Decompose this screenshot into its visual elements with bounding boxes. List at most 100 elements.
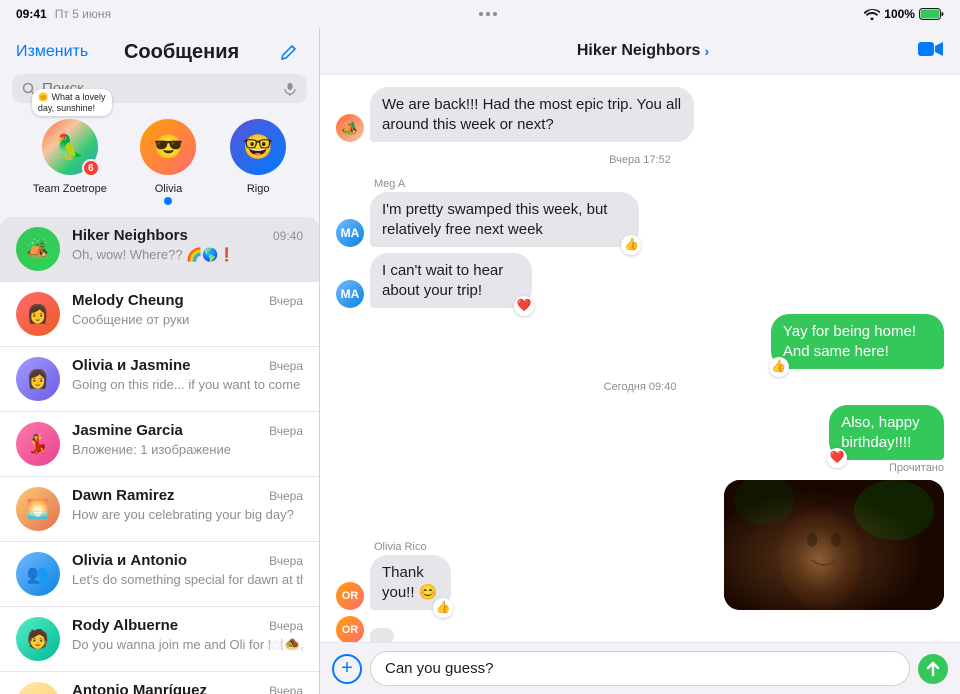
- conversation-olivia-antonio[interactable]: 👥 Olivia и Antonio Вчера Let's do someth…: [0, 542, 319, 607]
- message-avatar-ma: MA: [336, 219, 364, 247]
- bubble-wrapper-1: We are back!!! Had the most epic trip. Y…: [370, 87, 869, 142]
- conv-preview-hiker: Oh, wow! Where?? 🌈🌎❗️: [72, 247, 235, 262]
- pinned-contacts: 🦜 6 🌞 What a lovelyday, sunshine! Team Z…: [0, 113, 319, 217]
- conv-avatar-antonio: 👨: [16, 682, 60, 694]
- speech-bubble: 🌞 What a lovelyday, sunshine!: [32, 89, 112, 116]
- chat-title-text: Hiker Neighbors: [577, 42, 701, 60]
- message-input[interactable]: [370, 651, 910, 686]
- conversation-melody[interactable]: 👩 Melody Cheung Вчера Сообщение от руки: [0, 282, 319, 347]
- conversation-rody[interactable]: 🧑 Rody Albuerne Вчера Do you wanna join …: [0, 607, 319, 672]
- reaction-thumbs-4: 👍: [769, 357, 789, 377]
- conv-avatar-jasmine: 💃: [16, 422, 60, 466]
- conv-avatar-rody: 🧑: [16, 617, 60, 661]
- message-row-4: Yay for being home! And same here! 👍: [336, 314, 944, 369]
- bubble-outgoing-5: Also, happy birthday!!!! ❤️: [829, 405, 944, 460]
- send-icon: [925, 661, 941, 677]
- video-call-button[interactable]: [918, 38, 944, 64]
- conv-content-melody: Melody Cheung Вчера Сообщение от руки: [72, 292, 303, 329]
- conv-preview-olivia-jasmine: Going on this ride... if you want to com…: [72, 377, 303, 392]
- app-container: Изменить Сообщения: [0, 28, 960, 694]
- video-icon: [918, 40, 944, 58]
- reaction-thumbs-2: 👍: [621, 235, 641, 255]
- battery-display: 100%: [884, 7, 915, 21]
- conv-avatar-dawn: 🌅: [16, 487, 60, 531]
- pinned-contact-team-zoetrope[interactable]: 🦜 6 🌞 What a lovelyday, sunshine! Team Z…: [33, 119, 107, 205]
- conv-name-antonio: Antonio Manríquez: [72, 682, 207, 694]
- conv-time-hiker: 09:40: [273, 229, 303, 243]
- reaction-heart-5: ❤️: [827, 448, 847, 468]
- sidebar-title: Сообщения: [124, 41, 239, 64]
- bubble-incoming-3: I can't wait to hear about your trip! ❤️: [370, 253, 532, 308]
- conversation-jasmine[interactable]: 💃 Jasmine Garcia Вчера Вложение: 1 изобр…: [0, 412, 319, 477]
- wifi-icon: [864, 8, 880, 20]
- bubble-incoming-6: Thank you!! 😊 👍: [370, 555, 451, 610]
- image-placeholder: [724, 480, 944, 610]
- message-row-group: OR Olivia Rico Thank you!! 😊 👍: [336, 480, 944, 610]
- pinned-contact-olivia[interactable]: 😎 Olivia: [140, 119, 196, 205]
- sidebar: Изменить Сообщения: [0, 28, 320, 694]
- pinned-contact-name-olivia: Olivia: [155, 183, 183, 195]
- conversation-list: 🏕️ Hiker Neighbors 09:40 Oh, wow! Where?…: [0, 217, 319, 694]
- bubble-wrapper-5: Also, happy birthday!!!! ❤️ Прочитано: [767, 405, 944, 474]
- bubble-outgoing-4: Yay for being home! And same here! 👍: [771, 314, 944, 369]
- add-icon: +: [341, 657, 353, 680]
- bubble-wrapper-3: I can't wait to hear about your trip! ❤️: [370, 253, 619, 308]
- bubble-incoming-8: [370, 628, 394, 642]
- conv-content-hiker: Hiker Neighbors 09:40 Oh, wow! Where?? 🌈…: [72, 227, 303, 264]
- conv-content-olivia-jasmine: Olivia и Jasmine Вчера Going on this rid…: [72, 357, 303, 394]
- conv-content-olivia-antonio: Olivia и Antonio Вчера Let's do somethin…: [72, 552, 303, 589]
- timestamp-2: Сегодня 09:40: [336, 381, 944, 393]
- conv-time-olivia-jasmine: Вчера: [269, 359, 303, 373]
- conv-avatar-melody: 👩: [16, 292, 60, 336]
- conv-preview-melody: Сообщение от руки: [72, 312, 189, 327]
- date-display: Пт 5 июня: [55, 7, 111, 21]
- message-avatar-hiker: 🏕️: [336, 114, 364, 142]
- conv-name-dawn: Dawn Ramirez: [72, 487, 175, 504]
- status-bar-left: 09:41 Пт 5 июня: [16, 7, 111, 21]
- conv-preview-jasmine: Вложение: 1 изображение: [72, 442, 231, 457]
- chat-messages: 🏕️ We are back!!! Had the most epic trip…: [320, 75, 960, 642]
- chat-title[interactable]: Hiker Neighbors ›: [577, 42, 709, 60]
- image-bubble: [724, 480, 944, 610]
- unread-indicator-olivia: [164, 197, 172, 205]
- conversation-olivia-jasmine[interactable]: 👩 Olivia и Jasmine Вчера Going on this r…: [0, 347, 319, 412]
- message-row-3: MA I can't wait to hear about your trip!…: [336, 253, 944, 308]
- conv-time-olivia-antonio: Вчера: [269, 554, 303, 568]
- read-receipt: Прочитано: [889, 462, 944, 474]
- timestamp-1: Вчера 17:52: [336, 154, 944, 166]
- avatar-rigo: 🤓: [230, 119, 286, 175]
- image-content: [724, 480, 944, 610]
- conv-name-jasmine: Jasmine Garcia: [72, 422, 183, 439]
- bubble-incoming-2: I'm pretty swamped this week, but relati…: [370, 192, 639, 247]
- chat-header: Hiker Neighbors ›: [320, 28, 960, 75]
- conv-name-olivia-antonio: Olivia и Antonio: [72, 552, 187, 569]
- message-row: 🏕️ We are back!!! Had the most epic trip…: [336, 87, 944, 142]
- conv-time-antonio: Вчера: [269, 684, 303, 694]
- bubble-sender-6: Olivia Rico: [370, 541, 495, 553]
- status-bar-right: 100%: [864, 7, 944, 21]
- add-button[interactable]: +: [332, 654, 362, 684]
- conv-time-jasmine: Вчера: [269, 424, 303, 438]
- bubble-wrapper-8: [370, 626, 394, 642]
- conversation-antonio[interactable]: 👨 Antonio Manríquez Вчера: [0, 672, 319, 694]
- edit-button[interactable]: Изменить: [16, 43, 88, 61]
- send-button[interactable]: [918, 654, 948, 684]
- conv-avatar-olivia-antonio: 👥: [16, 552, 60, 596]
- conversation-hiker-neighbors[interactable]: 🏕️ Hiker Neighbors 09:40 Oh, wow! Where?…: [0, 217, 319, 282]
- message-avatar-olivia: OR: [336, 582, 364, 610]
- conversation-dawn[interactable]: 🌅 Dawn Ramirez Вчера How are you celebra…: [0, 477, 319, 542]
- message-row-7: [724, 480, 944, 610]
- pinned-contact-name-team: Team Zoetrope: [33, 183, 107, 195]
- avatar-olivia: 😎: [140, 119, 196, 175]
- message-row-5: Also, happy birthday!!!! ❤️ Прочитано: [336, 405, 944, 474]
- sidebar-header: Изменить Сообщения: [0, 28, 319, 74]
- compose-button[interactable]: [275, 38, 303, 66]
- message-row-6: OR Olivia Rico Thank you!! 😊 👍: [336, 541, 716, 610]
- time-display: 09:41: [16, 7, 47, 21]
- status-bar-center: [479, 12, 497, 16]
- pinned-contact-rigo[interactable]: 🤓 Rigo: [230, 119, 286, 205]
- conv-content-antonio: Antonio Manríquez Вчера: [72, 682, 303, 694]
- message-avatar-ma-3: MA: [336, 280, 364, 308]
- battery-icon: [919, 8, 944, 20]
- pinned-contact-name-rigo: Rigo: [247, 183, 270, 195]
